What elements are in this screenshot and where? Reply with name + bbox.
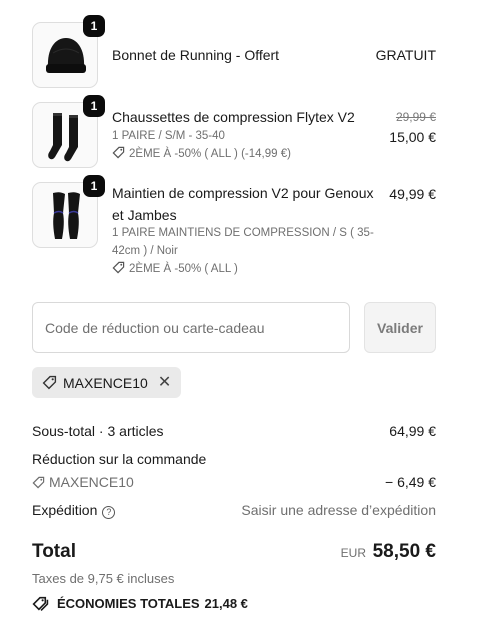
taxes-note: Taxes de 9,75 € incluses — [32, 571, 175, 586]
quantity-badge: 1 — [83, 95, 105, 117]
order-discount-value: − 6,49 € — [385, 474, 436, 490]
applied-code-chip: MAXENCE10 ✕ — [32, 367, 182, 398]
item-price: GRATUIT — [375, 47, 436, 63]
shipping-row: Expédition? Saisir une adresse d’expédit… — [32, 502, 436, 519]
item-price: 49,99 € — [389, 186, 436, 202]
item-name: Maintien de compression V2 pour Genoux — [112, 185, 374, 201]
help-icon[interactable]: ? — [102, 506, 116, 519]
subtotal-value: 64,99 € — [389, 423, 436, 439]
item-discount: 2ÈME À -50% ( ALL ) (-14,99 €) — [112, 145, 291, 163]
item-variant-continued: 42cm ) / Noir — [112, 245, 178, 257]
order-discount-row: Réduction sur la commande — [32, 451, 436, 467]
subtotal-label: Sous-total · 3 articles — [32, 423, 164, 439]
original-price: 29,99 € — [395, 110, 436, 124]
item-name: Chaussettes de compression Flytex V2 — [112, 109, 355, 125]
tag-icon — [112, 146, 125, 159]
tag-icon — [112, 261, 125, 274]
order-discount-label: Réduction sur la commande — [32, 451, 207, 467]
quantity-badge: 1 — [83, 175, 105, 197]
discount-text: 2ÈME À -50% ( ALL ) — [129, 263, 238, 275]
subtotal-row: Sous-total · 3 articles 64,99 € — [32, 423, 436, 439]
item-variant: 1 PAIRE MAINTIENS DE COMPRESSION / S ( 3… — [112, 227, 374, 239]
tag-icon — [32, 476, 45, 489]
apply-discount-button[interactable]: Valider — [364, 302, 436, 353]
order-discount-code: MAXENCE10 — [49, 474, 134, 490]
total-savings: ÉCONOMIES TOTALES 21,48 € — [32, 596, 253, 611]
product-thumbnail: 1 — [32, 175, 105, 248]
shipping-label: Expédition — [32, 502, 98, 518]
order-discount-code-row: MAXENCE10 − 6,49 € — [32, 474, 436, 490]
currency-code: EUR — [340, 546, 366, 560]
shipping-value: Saisir une adresse d’expédition — [241, 502, 436, 518]
quantity-badge: 1 — [83, 15, 105, 37]
product-thumbnail: 1 — [32, 95, 105, 168]
item-name-continued: et Jambes — [112, 207, 177, 223]
discount-text: 2ÈME À -50% ( ALL ) (-14,99 €) — [129, 148, 291, 160]
cart-item-leg-sleeves: 1 Maintien de compression V2 pour Genoux… — [32, 175, 436, 278]
cart-item-beanie: 1 Bonnet de Running - Offert GRATUIT — [32, 15, 436, 88]
total-value: 58,50 € — [372, 541, 436, 562]
savings-label: ÉCONOMIES TOTALES — [57, 596, 200, 611]
savings-value: 21,48 € — [204, 596, 248, 611]
cart-item-socks: 1 Chaussettes de compression Flytex V2 1… — [32, 95, 436, 168]
tags-icon — [32, 596, 49, 611]
item-variant: 1 PAIRE / S/M - 35-40 — [112, 130, 225, 142]
item-price: 15,00 € — [389, 129, 436, 145]
product-thumbnail: 1 — [32, 15, 105, 88]
discount-code-input[interactable] — [32, 302, 350, 353]
item-discount: 2ÈME À -50% ( ALL ) — [112, 260, 238, 278]
tag-icon — [42, 375, 57, 390]
applied-code-label: MAXENCE10 — [63, 374, 148, 391]
item-name: Bonnet de Running - Offert — [112, 47, 280, 63]
remove-code-icon[interactable]: ✕ — [158, 374, 171, 391]
total-label: Total — [32, 541, 76, 562]
